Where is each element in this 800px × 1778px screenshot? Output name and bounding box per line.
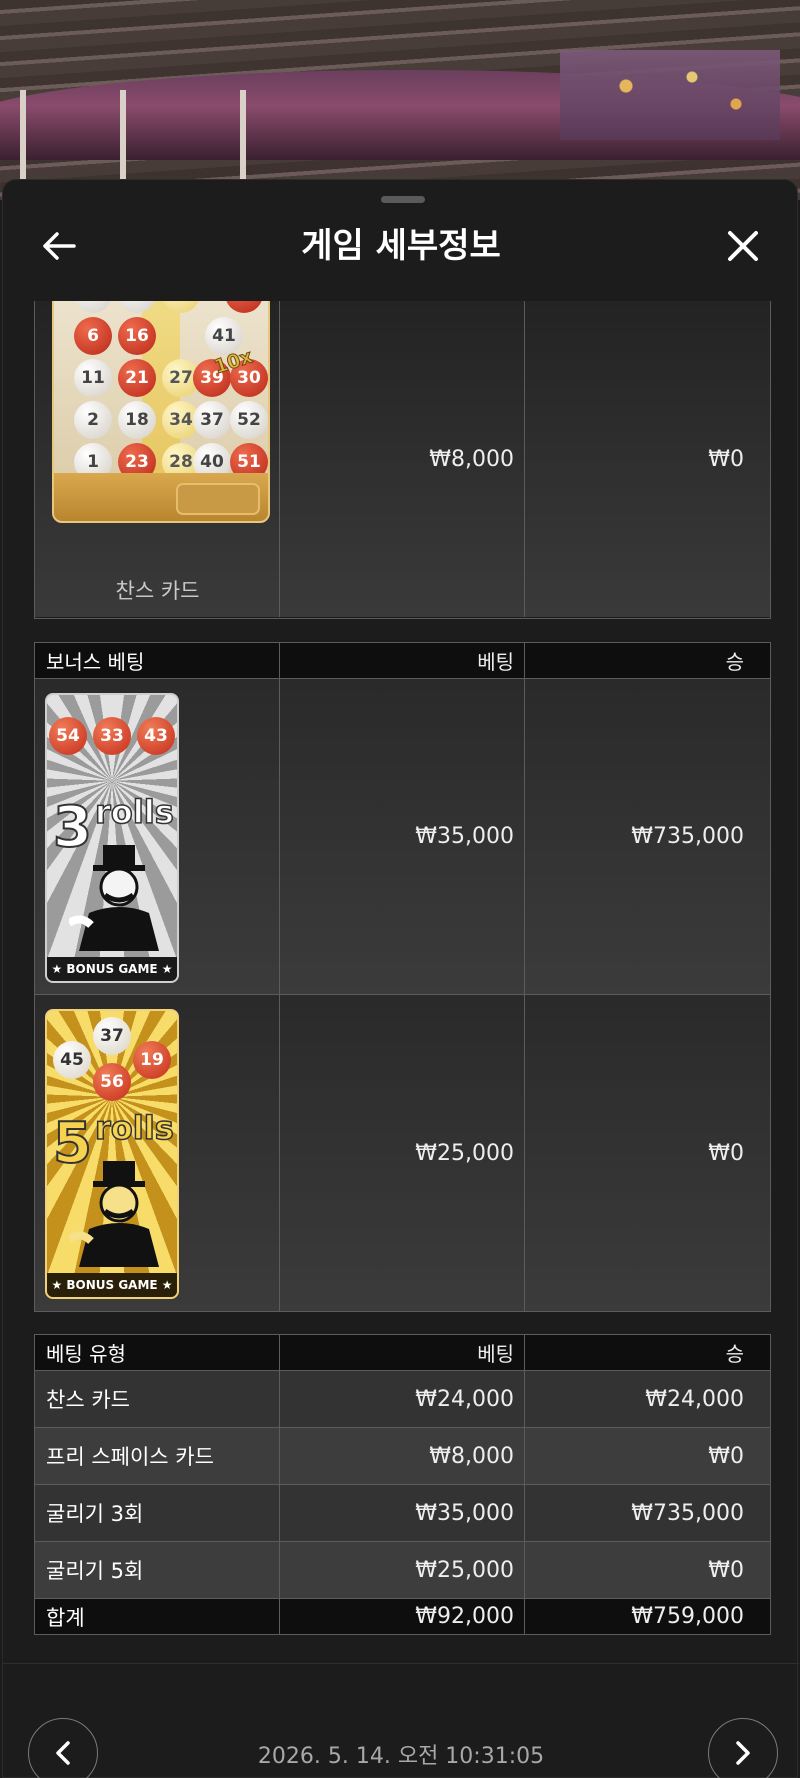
- ball: 5: [74, 301, 112, 313]
- win-amount: ₩0: [708, 1140, 744, 1166]
- ball: 19: [133, 1041, 171, 1079]
- win-amount: ₩0: [708, 1557, 744, 1583]
- ball: 37: [193, 401, 231, 439]
- rolls-word: rolls: [94, 792, 174, 832]
- page-title: 게임 세부정보: [301, 226, 501, 266]
- win-amount: ₩735,000: [631, 824, 744, 849]
- total-label: 합계: [35, 1599, 280, 1634]
- table-header: 베팅 유형 베팅 승: [35, 1335, 770, 1371]
- background-pillar: [120, 90, 126, 190]
- bet-type: 굴리기 3회: [35, 1485, 280, 1541]
- bet-amount: ₩25,000: [280, 1542, 525, 1598]
- mascot-icon: [69, 845, 159, 951]
- column-header-bonus-bet: 보너스 베팅: [35, 643, 280, 678]
- background-scene: [0, 0, 800, 200]
- ball: 16: [118, 317, 156, 355]
- ball: 37: [93, 1017, 131, 1055]
- drag-handle[interactable]: [381, 196, 425, 203]
- ball: 2: [74, 401, 112, 439]
- bonus-card-5-rolls: 37 45 19 56 5 rolls ★ BONUS GAME ★: [45, 1009, 179, 1299]
- win-amount: ₩0: [708, 1443, 744, 1469]
- table-row: 프리 스페이스 카드 ₩8,000 ₩0: [35, 1428, 770, 1485]
- bet-summary-table: 베팅 유형 베팅 승 찬스 카드 ₩24,000 ₩24,000 프리 스페이스…: [34, 1334, 771, 1635]
- table-row: 54 33 43 3 rolls ★ BONUS GAME ★ ₩35,000: [35, 679, 770, 995]
- bet-image-cell: 5133037616411121273930218343752123284051…: [35, 301, 280, 617]
- total-row: 합계 ₩92,000 ₩759,000: [35, 1599, 770, 1634]
- card-slot: [176, 483, 260, 515]
- column-header-bet-type: 베팅 유형: [35, 1335, 280, 1370]
- round-timestamp: 2026. 5. 14. 오전 10:31:05: [257, 1744, 545, 1769]
- ball: 56: [93, 1063, 131, 1101]
- ball: 6: [74, 317, 112, 355]
- table-row: 굴리기 5회 ₩25,000 ₩0: [35, 1542, 770, 1599]
- bet-type: 프리 스페이스 카드: [35, 1428, 280, 1484]
- bonus-bet-table: 보너스 베팅 베팅 승 54 33 43 3 rolls ★ BONUS GAM…: [34, 642, 771, 1312]
- bonus-card-3-rolls: 54 33 43 3 rolls ★ BONUS GAME ★: [45, 693, 179, 983]
- background-pillar: [240, 90, 246, 190]
- column-header-bet: 베팅: [280, 1335, 525, 1370]
- ball: 21: [118, 359, 156, 397]
- rolls-word: rolls: [94, 1108, 174, 1148]
- ball: 33: [93, 717, 131, 755]
- chance-card-image: 5133037616411121273930218343752123284051…: [52, 301, 270, 523]
- ball: 11: [74, 359, 112, 397]
- bet-amount: ₩35,000: [280, 679, 525, 994]
- total-bet: ₩92,000: [280, 1599, 525, 1634]
- bet-type: 찬스 카드: [35, 1371, 280, 1427]
- ball: 37: [225, 301, 263, 313]
- table-row: 5133037616411121273930218343752123284051…: [35, 301, 770, 617]
- column-header-win: 승: [725, 1342, 744, 1366]
- bet-type: 굴리기 5회: [35, 1542, 280, 1598]
- table-row: 37 45 19 56 5 rolls ★ BONUS GAME ★ ₩25,0…: [35, 995, 770, 1311]
- ball: 52: [230, 401, 268, 439]
- table-header: 보너스 베팅 베팅 승: [35, 643, 770, 679]
- ball: 43: [137, 717, 175, 755]
- win-amount: ₩735,000: [631, 1500, 744, 1526]
- game-details-sheet: 게임 세부정보 51330376164111212739302183437521…: [2, 179, 799, 1778]
- table-row: 굴리기 3회 ₩35,000 ₩735,000: [35, 1485, 770, 1542]
- background-pillar: [20, 90, 26, 190]
- mascot-icon: [69, 1161, 159, 1267]
- close-button[interactable]: [723, 226, 763, 266]
- close-icon: [728, 231, 758, 261]
- bet-amount: ₩8,000: [280, 1428, 525, 1484]
- bet-amount: ₩25,000: [280, 995, 525, 1311]
- bet-amount: ₩8,000: [280, 301, 525, 617]
- ball: 54: [49, 717, 87, 755]
- background-lights: [560, 50, 780, 140]
- bet-amount: ₩24,000: [280, 1371, 525, 1427]
- bonus-game-footer: ★ BONUS GAME ★: [47, 957, 177, 981]
- bonus-game-footer: ★ BONUS GAME ★: [47, 1273, 177, 1297]
- bet-image-cell: 54 33 43 3 rolls ★ BONUS GAME ★: [35, 679, 280, 994]
- free-space-bet-table: 5133037616411121273930218343752123284051…: [34, 301, 771, 619]
- column-header-win: 승: [725, 650, 744, 674]
- chevron-right-icon: [736, 1741, 750, 1765]
- bet-amount: ₩35,000: [280, 1485, 525, 1541]
- win-amount: ₩24,000: [645, 1386, 744, 1412]
- bet-image-cell: 37 45 19 56 5 rolls ★ BONUS GAME ★: [35, 995, 280, 1311]
- chance-card-label: 찬스 카드: [115, 579, 200, 603]
- ball: 45: [53, 1041, 91, 1079]
- ball: 18: [118, 401, 156, 439]
- next-round-button[interactable]: [708, 1718, 778, 1778]
- footer-divider: [3, 1663, 799, 1664]
- table-row: 찬스 카드 ₩24,000 ₩24,000: [35, 1371, 770, 1428]
- total-win: ₩759,000: [631, 1604, 744, 1629]
- win-amount: ₩0: [708, 446, 744, 472]
- column-header-bet: 베팅: [280, 643, 525, 678]
